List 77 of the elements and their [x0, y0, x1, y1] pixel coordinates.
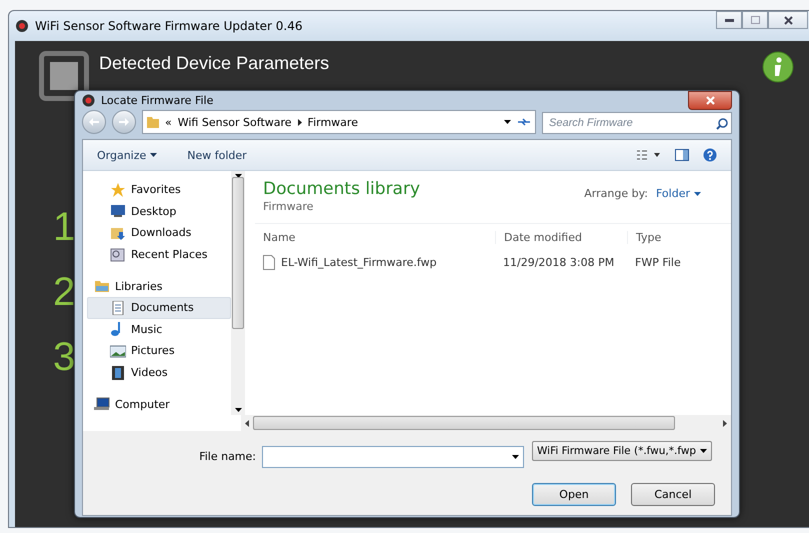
file-name-field[interactable]	[262, 446, 524, 468]
folder-icon	[147, 116, 159, 128]
caret-icon	[694, 192, 701, 196]
arrow-left-icon	[89, 118, 99, 126]
forward-button[interactable]	[112, 110, 136, 134]
close-icon	[706, 96, 714, 105]
folder-icon	[94, 279, 110, 294]
dialog-button[interactable]: Open	[532, 482, 616, 506]
caret-icon	[504, 120, 511, 124]
clock-icon	[110, 248, 126, 262]
step-number: 3	[53, 336, 76, 378]
address-bar[interactable]: « Wifi Sensor Software Firmware	[142, 110, 536, 134]
nav-item[interactable]: Downloads	[87, 222, 231, 244]
folder-icon	[110, 226, 126, 240]
preview-pane-icon[interactable]	[675, 149, 689, 161]
nav-group[interactable]: Favorites	[87, 179, 231, 201]
arrange-dropdown[interactable]: Folder	[656, 187, 701, 200]
nav-item[interactable]: Music	[87, 318, 231, 340]
toolbar-button[interactable]: New folder	[187, 148, 247, 162]
dialog-button[interactable]: Cancel	[631, 482, 715, 506]
nav-group[interactable]: Computer	[87, 393, 231, 415]
caret-icon	[700, 449, 707, 453]
info-icon[interactable]	[762, 51, 794, 83]
close-button[interactable]	[688, 91, 732, 110]
scroll-right-icon	[723, 420, 727, 426]
library-title: Documents library	[263, 179, 420, 200]
breadcrumb-item[interactable]: Firmware	[308, 116, 358, 128]
maximize-icon	[750, 16, 760, 24]
minimize-button[interactable]	[716, 11, 742, 29]
file-type-dropdown[interactable]: WiFi Firmware File (*.fwu,*.fwp	[532, 441, 712, 461]
file-name-label: File name:	[199, 450, 256, 464]
caret-icon	[512, 454, 519, 459]
file-icon	[263, 254, 275, 270]
chevron-right-icon	[298, 118, 302, 126]
monitor-icon	[110, 204, 126, 218]
library-subtitle: Firmware	[262, 200, 314, 213]
minimize-icon	[724, 18, 734, 22]
arrange-label: Arrange by:	[584, 187, 648, 200]
column-header[interactable]: Name	[255, 230, 495, 244]
breadcrumb-overflow[interactable]: «	[165, 116, 172, 128]
search-field[interactable]: Search Firmware	[542, 112, 732, 134]
device-icon	[39, 51, 89, 101]
document-icon	[110, 300, 126, 315]
close-icon	[784, 16, 792, 24]
app-logo-icon	[82, 94, 95, 107]
film-icon	[110, 366, 126, 380]
step-number: 2	[53, 271, 76, 313]
search-icon	[716, 118, 728, 130]
picture-icon	[110, 344, 126, 358]
view-options-icon[interactable]	[637, 150, 661, 160]
nav-item[interactable]: Recent Places	[87, 244, 231, 266]
arrow-right-icon	[119, 118, 129, 126]
back-button[interactable]	[82, 110, 106, 134]
nav-item[interactable]: Videos	[87, 362, 231, 384]
computer-icon	[94, 397, 110, 412]
column-header[interactable]: Type	[627, 230, 717, 244]
toolbar-button[interactable]: Organize	[97, 148, 158, 162]
vertical-scrollbar[interactable]	[231, 171, 245, 415]
app-logo-icon	[15, 19, 29, 33]
scroll-down-icon	[234, 408, 242, 412]
nav-item[interactable]: Desktop	[87, 200, 231, 222]
step-number: 1	[53, 206, 76, 248]
refresh-icon[interactable]	[517, 117, 531, 127]
scroll-left-icon	[245, 420, 249, 426]
section-heading: Detected Device Parameters	[99, 53, 330, 74]
column-header[interactable]: Date modified	[495, 230, 627, 244]
dialog-title: Locate Firmware File	[101, 94, 214, 107]
nav-item[interactable]: Documents	[87, 296, 231, 319]
horizontal-scrollbar[interactable]	[241, 415, 731, 431]
window-title: WiFi Sensor Software Firmware Updater 0.46	[35, 19, 304, 33]
nav-item[interactable]: Pictures	[87, 340, 231, 362]
file-row[interactable]: EL-Wifi_Latest_Firmware.fwp 11/29/2018 3:08 PM FWP File	[255, 250, 731, 274]
help-icon[interactable]	[703, 148, 717, 162]
star-icon	[110, 182, 126, 197]
nav-group[interactable]: Libraries	[87, 275, 231, 297]
close-button[interactable]	[768, 11, 808, 29]
breadcrumb-item[interactable]: Wifi Sensor Software	[178, 116, 292, 128]
